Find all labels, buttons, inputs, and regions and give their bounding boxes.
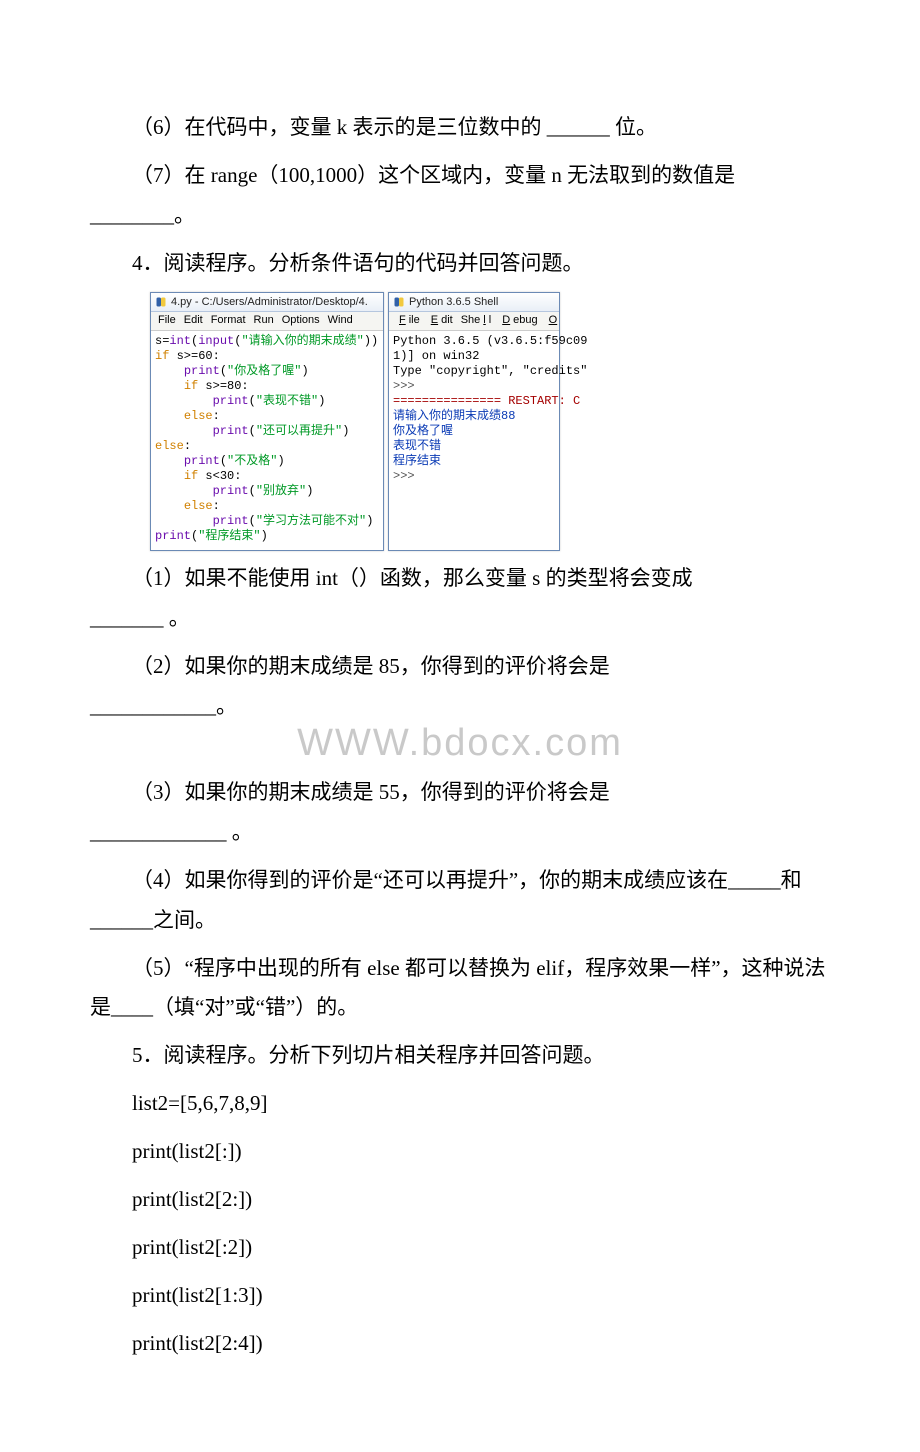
code-line: print(list2[:2]) — [132, 1228, 830, 1268]
q4-2-text: （2）如果你的期末成绩是 85，你得到的评价将会是 — [90, 647, 610, 687]
code-line: print(list2[:]) — [132, 1132, 830, 1172]
q4-1-blank: _______ 。 — [90, 606, 190, 630]
q4-5-text: （5）“程序中出现的所有 else 都可以替换为 elif，程序效果一样”，这种… — [90, 956, 826, 1020]
menu-edit[interactable]: Edit — [181, 313, 206, 328]
python-icon — [155, 296, 167, 308]
menu-options[interactable]: Opti — [543, 313, 559, 328]
menu-shell[interactable]: Shell — [458, 313, 494, 328]
shell-title-text: Python 3.6.5 Shell — [409, 295, 498, 310]
menu-options[interactable]: Options — [279, 313, 323, 328]
shell-menubar: FFileile Edit Shell Debug Opti — [389, 312, 559, 331]
code-line: print(list2[2:]) — [132, 1180, 830, 1220]
q4-3-blank: _____________ 。 — [90, 820, 253, 844]
menu-debug[interactable]: Debug — [496, 313, 540, 328]
menu-run[interactable]: Run — [251, 313, 277, 328]
code-screenshot: 4.py - C:/Users/Administrator/Desktop/4.… — [150, 292, 830, 552]
shell-window: Python 3.6.5 Shell FFileile Edit Shell D… — [388, 292, 560, 552]
question-4-5: （5）“程序中出现的所有 else 都可以替换为 elif，程序效果一样”，这种… — [90, 949, 830, 1029]
question-5-intro: 5．阅读程序。分析下列切片相关程序并回答问题。 — [90, 1036, 830, 1076]
q4-2-blank: ____________。 — [90, 694, 237, 718]
editor-menubar: File Edit Format Run Options Wind — [151, 312, 383, 331]
question-7: （7）在 range（100,1000）这个区域内，变量 n 无法取到的数值是 … — [90, 156, 830, 236]
question-4-2: （2）如果你的期末成绩是 85，你得到的评价将会是 ____________。 — [90, 647, 830, 727]
q4-1-text: （1）如果不能使用 int（）函数，那么变量 s 的类型将会变成 — [90, 559, 693, 599]
menu-file[interactable]: FFileile — [393, 313, 423, 328]
document-page: （6）在代码中，变量 k 表示的是三位数中的 ______ 位。 （7）在 ra… — [0, 0, 920, 1452]
editor-window: 4.py - C:/Users/Administrator/Desktop/4.… — [150, 292, 384, 552]
question-4-1: （1）如果不能使用 int（）函数，那么变量 s 的类型将会变成 _______… — [90, 559, 830, 639]
question-6: （6）在代码中，变量 k 表示的是三位数中的 ______ 位。 — [90, 108, 830, 148]
q7-text: （7）在 range（100,1000）这个区域内，变量 n 无法取到的数值是 — [90, 156, 735, 196]
code-line: print(list2[1:3]) — [132, 1276, 830, 1316]
q7-blank-line: ________。 — [90, 203, 195, 227]
menu-window[interactable]: Wind — [325, 313, 356, 328]
editor-titlebar: 4.py - C:/Users/Administrator/Desktop/4. — [151, 293, 383, 313]
menu-edit[interactable]: Edit — [425, 313, 456, 328]
q4-3-text: （3）如果你的期末成绩是 55，你得到的评价将会是 — [90, 773, 610, 813]
shell-titlebar: Python 3.6.5 Shell — [389, 293, 559, 313]
question-4-intro: 4．阅读程序。分析条件语句的代码并回答问题。 — [90, 244, 830, 284]
menu-file[interactable]: File — [155, 313, 179, 328]
menu-format[interactable]: Format — [208, 313, 249, 328]
slice-code-block: list2=[5,6,7,8,9] print(list2[:]) print(… — [90, 1084, 830, 1363]
editor-title-text: 4.py - C:/Users/Administrator/Desktop/4. — [171, 295, 368, 310]
editor-code: s=int(input("请输入你的期末成绩")) if s>=60: prin… — [151, 331, 383, 550]
question-4-4: （4）如果你得到的评价是“还可以再提升”，你的期末成绩应该在_____和____… — [90, 861, 830, 941]
shell-output: Python 3.6.5 (v3.6.5:f59c09 1)] on win32… — [389, 331, 559, 490]
code-line: list2=[5,6,7,8,9] — [132, 1084, 830, 1124]
code-line: print(list2[2:4]) — [132, 1324, 830, 1364]
question-4-3: （3）如果你的期末成绩是 55，你得到的评价将会是 _____________ … — [90, 773, 830, 853]
q4-4-text: （4）如果你得到的评价是“还可以再提升”，你的期末成绩应该在_____和____… — [90, 868, 802, 932]
python-icon — [393, 296, 405, 308]
